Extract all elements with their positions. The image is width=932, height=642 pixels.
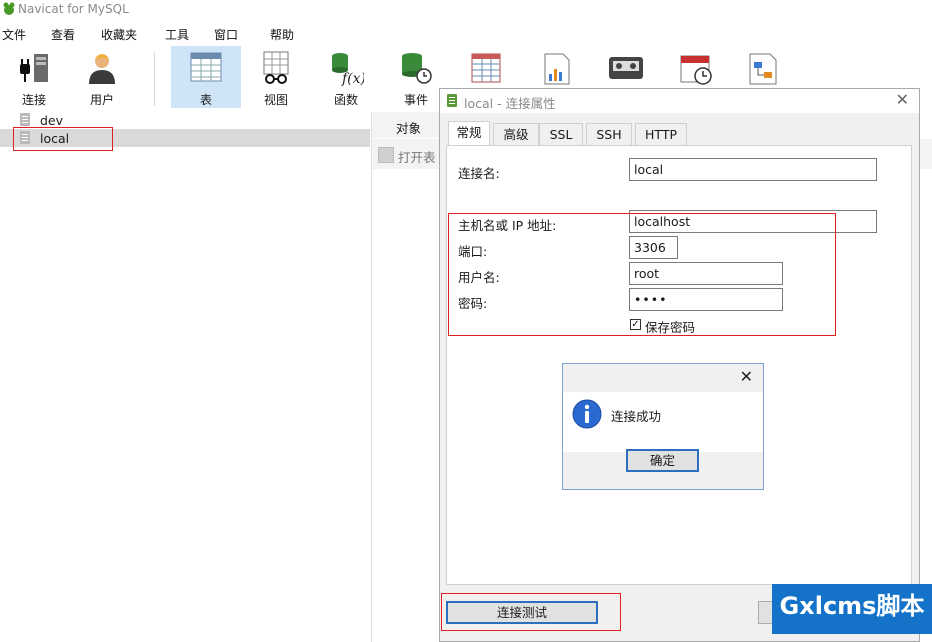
svg-text:f(x): f(x) [341,71,364,86]
message-ok-button[interactable]: 确定 [626,449,699,472]
toolbar-table-label: 表 [199,93,212,107]
conn-name-label: 连接名: [458,166,500,181]
toolbar-view-label: 视图 [263,93,288,107]
open-table-icon [378,147,394,163]
query-icon[interactable] [470,52,502,84]
toolbar-view-button[interactable]: 视图 [242,46,310,108]
message-body: 连接成功 [563,392,763,452]
menu-file[interactable]: 文件 [2,26,26,43]
info-icon [572,399,602,429]
highlight-test-button [441,593,621,631]
toolbar-table-button[interactable]: 表 [171,46,241,108]
tab-advanced[interactable]: 高级 [493,123,539,145]
tab-general[interactable]: 常规 [448,121,490,146]
app-title: Navicat for MySQL [18,2,129,16]
tab-ssl[interactable]: SSL [539,123,583,145]
toolbar-connect-button[interactable]: 连接 [0,46,68,108]
toolbar-connect-label: 连接 [21,93,46,107]
close-icon[interactable]: ✕ [896,90,909,109]
toolbar-function-button[interactable]: f(x) 函数 [312,46,380,108]
toolbar-user-button[interactable]: 用户 [68,46,136,108]
connection-icon [20,113,30,126]
navicat-logo-icon [3,2,15,15]
event-icon [402,53,432,84]
schedule-icon[interactable] [679,52,713,86]
tab-http[interactable]: HTTP [635,123,687,145]
view-icon [263,51,289,84]
tab-ssh[interactable]: SSH [586,123,632,145]
table-icon [190,52,222,82]
toolbar-function-label: 函数 [333,93,358,107]
connection-icon [447,94,457,107]
backup-icon[interactable] [608,56,644,82]
dialog-title: local - 连接属性 [464,96,556,111]
report-icon[interactable] [543,52,571,86]
menu-window[interactable]: 窗口 [214,26,238,43]
success-message-box: ✕ 连接成功 确定 [562,363,764,490]
toolbar-separator [154,52,155,106]
toolbar-user-label: 用户 [89,93,114,107]
watermark: Gxlcms脚本 [772,584,932,634]
menu-view[interactable]: 查看 [51,26,75,43]
plug-icon [20,54,48,82]
highlight-local [13,127,113,151]
title-bar: Navicat for MySQL [0,0,932,20]
close-icon[interactable]: ✕ [740,367,753,386]
panel-divider [371,112,372,642]
function-icon: f(x) [332,53,364,86]
menu-favorites[interactable]: 收藏夹 [101,26,137,43]
highlight-credentials [448,213,836,336]
conn-name-input[interactable]: local [629,158,877,181]
menu-help[interactable]: 帮助 [270,26,294,43]
menu-tools[interactable]: 工具 [165,26,189,43]
tree-item-label: dev [40,113,64,128]
tab-objects-label: 对象 [396,121,422,136]
model-icon[interactable] [748,52,782,86]
open-table-button[interactable]: 打开表 [398,147,436,166]
user-icon [89,54,115,84]
message-text: 连接成功 [611,409,662,424]
